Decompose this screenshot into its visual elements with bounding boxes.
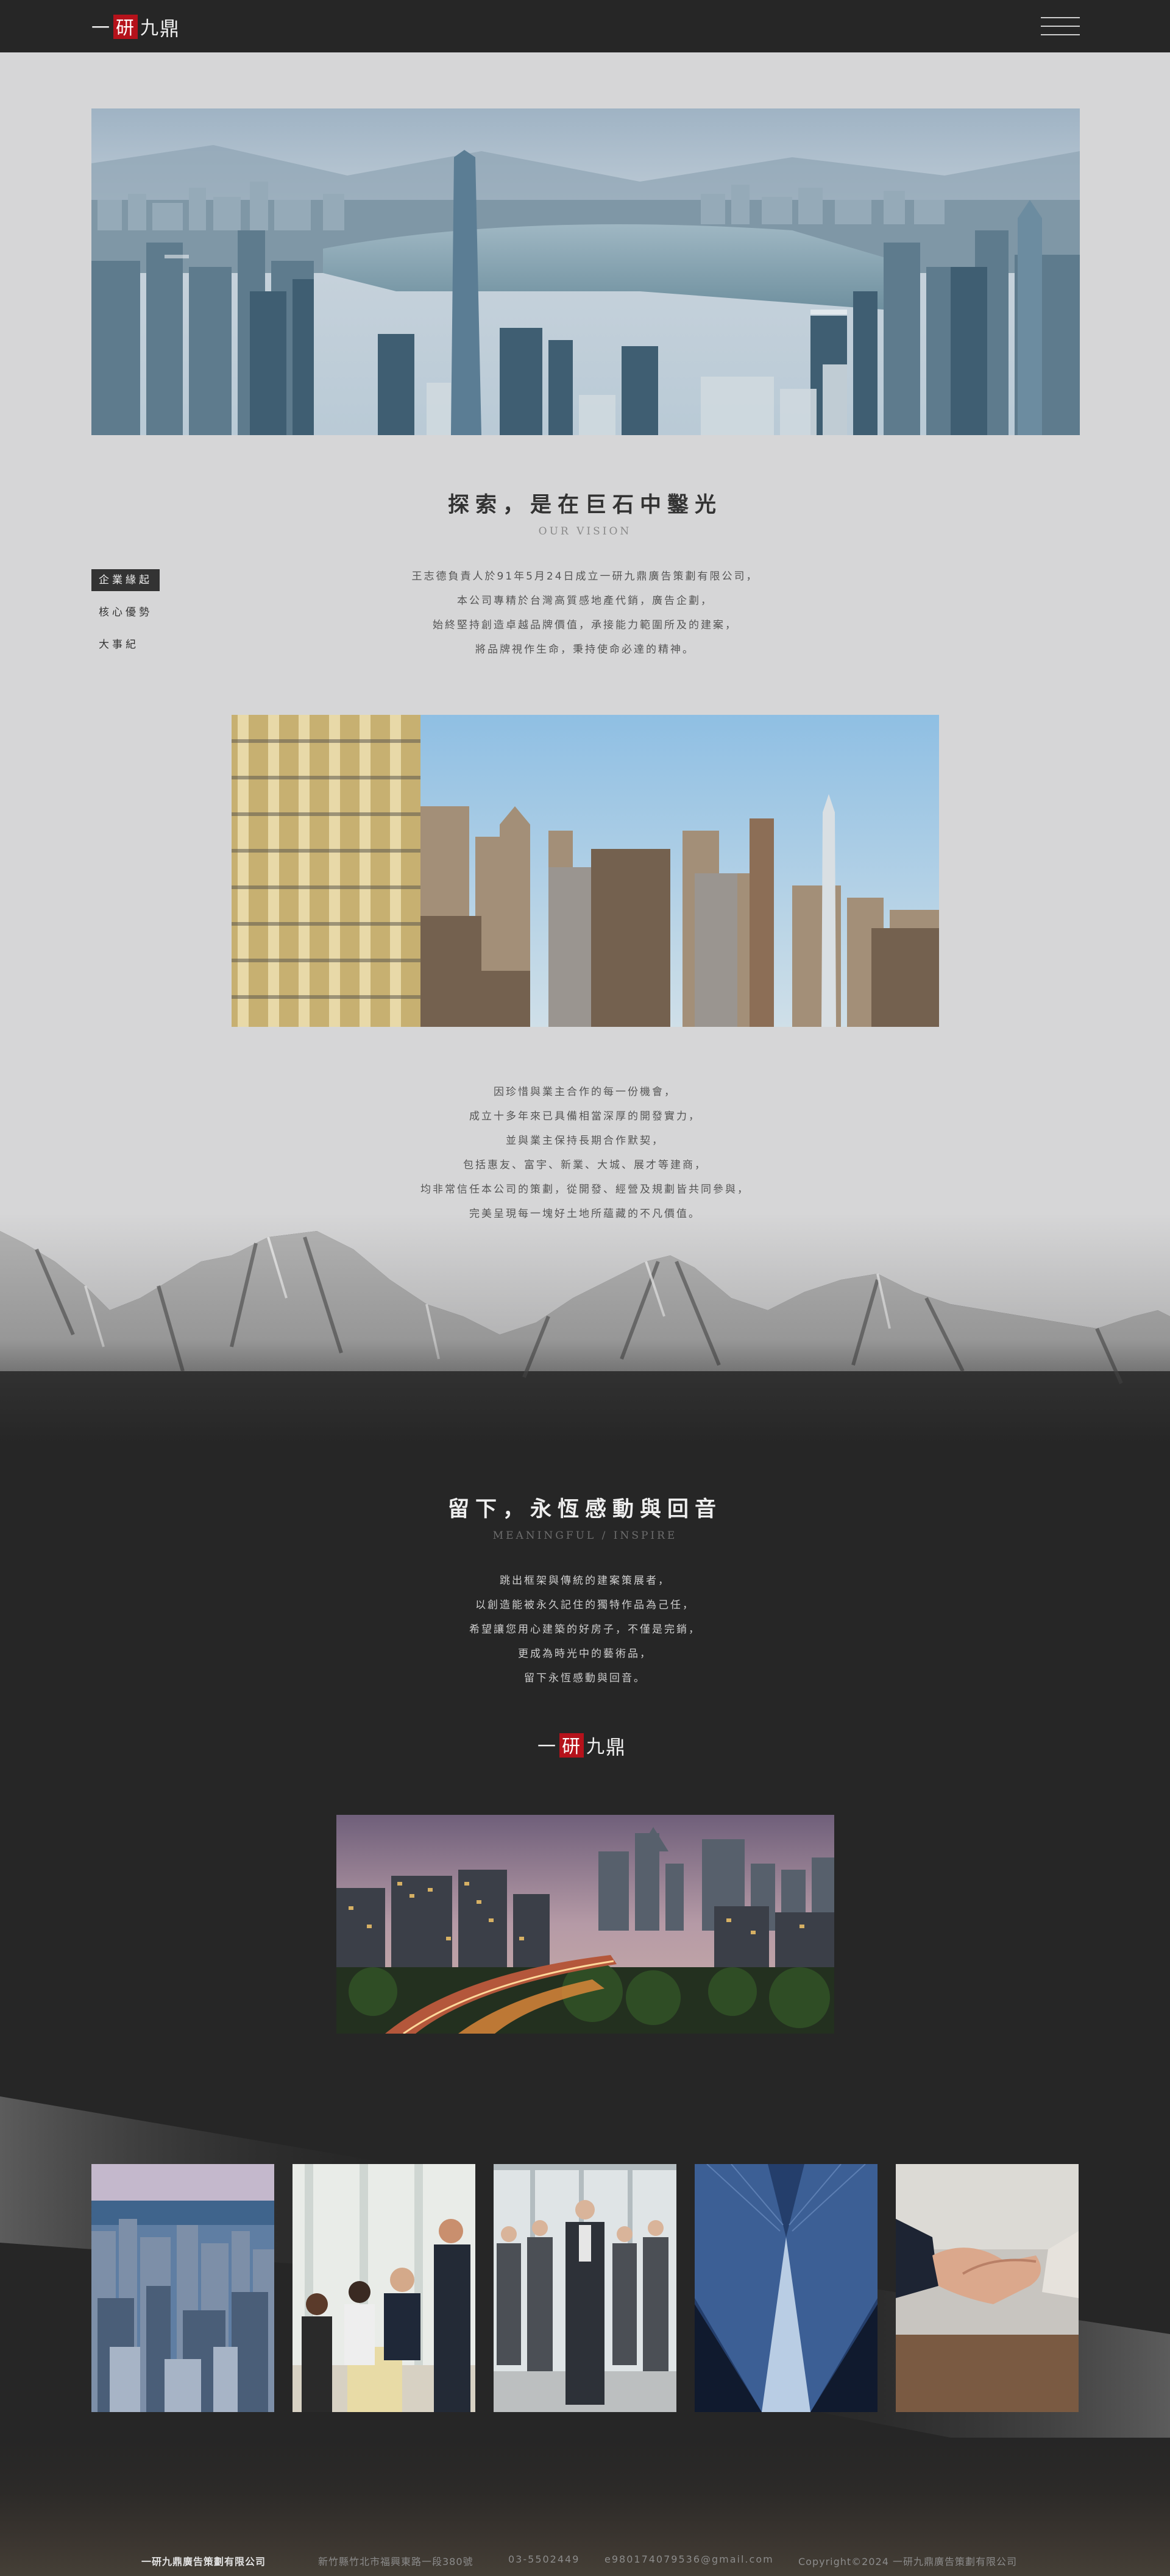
vision-line: 王志德負責人於91年5月24日成立一研九鼎廣告策劃有限公司， <box>411 570 759 583</box>
logo-char-2: 研 <box>116 18 134 39</box>
logo-char-1: 一 <box>91 18 110 39</box>
logo-char-2: 研 <box>562 1736 580 1758</box>
brand-logo[interactable]: 一 研 九 鼎 <box>90 11 188 43</box>
logo-char-3: 九 <box>586 1736 604 1758</box>
brand-logo-center: 一 研 九 鼎 <box>537 1733 625 1759</box>
vision-title: 探索，是在巨石中鑿光 <box>447 492 722 517</box>
story-paragraph: 因珍惜與業主合作的每一份機會， 成立十多年來已具備相當深厚的開發實力， 並與業主… <box>0 1080 1170 1226</box>
footer-phone[interactable]: 03-5502449 <box>508 2553 580 2565</box>
remain-title: 留下，永恆感動與回音 <box>447 1497 722 1522</box>
hamburger-menu-icon[interactable] <box>1041 13 1080 40</box>
remain-line: 以創造能被永久記住的獨特作品為己任， <box>475 1599 695 1611</box>
story-line: 成立十多年來已具備相當深厚的開發實力， <box>469 1110 701 1123</box>
footer-company-name: 一研九鼎廣告策劃有限公司 <box>141 2556 266 2567</box>
logo-char-4: 鼎 <box>606 1736 625 1759</box>
vision-line: 將品牌視作生命，秉持使命必達的精神。 <box>475 644 695 656</box>
logo-char-3: 九 <box>140 18 158 39</box>
remain-paragraph: 跳出框架與傳統的建案策展者， 以創造能被永久記住的獨特作品為己任， 希望讓您用心… <box>0 1569 1170 1691</box>
vision-paragraph: 王志德負責人於91年5月24日成立一研九鼎廣告策劃有限公司， 本公司專精於台灣高… <box>0 564 1170 662</box>
city-night-highway-photo <box>336 1815 834 2034</box>
city-towers-photo <box>232 715 939 1027</box>
remain-line: 更成為時光中的藝術品， <box>518 1648 652 1660</box>
vision-line: 始終堅持創造卓越品牌價值，承接能力範圍所及的建案， <box>433 619 737 631</box>
gallery-photo-tower-up[interactable] <box>695 2164 878 2412</box>
top-navigation-bar: 一 研 九 鼎 <box>0 0 1170 52</box>
footer: 一研九鼎廣告策劃有限公司 新竹縣竹北市福興東路一段380號 03-5502449… <box>0 2547 1170 2572</box>
footer-email[interactable]: e980174079536@gmail.com <box>604 2553 774 2565</box>
story-line: 包括惠友、富宇、新業、大城、展才等建商， <box>463 1159 707 1171</box>
vision-line: 本公司專精於台灣高質感地產代銷，廣告企劃， <box>457 595 713 607</box>
gallery-photo-meeting[interactable] <box>292 2164 475 2412</box>
vision-subtitle: OUR VISION <box>538 525 632 538</box>
remain-line: 留下永恆感動與回音。 <box>524 1672 646 1684</box>
story-line: 並與業主保持長期合作默契， <box>506 1135 664 1147</box>
remain-subtitle: MEANINGFUL / INSPIRE <box>492 1530 678 1542</box>
story-line: 因珍惜與業主合作的每一份機會， <box>494 1086 676 1098</box>
footer-address: 新竹縣竹北市福興東路一段380號 <box>318 2556 473 2567</box>
logo-char-1: 一 <box>537 1736 556 1758</box>
gallery-photo-handshake[interactable] <box>896 2164 1079 2412</box>
hero-city-harbour-photo <box>91 108 1080 435</box>
logo-char-4: 鼎 <box>160 17 179 40</box>
mountain-range-image <box>0 1213 1170 1444</box>
gallery-photo-team[interactable] <box>494 2164 676 2412</box>
remain-line: 希望讓您用心建築的好房子，不僅是完銷， <box>469 1623 701 1636</box>
remain-line: 跳出框架與傳統的建案策展者， <box>500 1575 670 1587</box>
gallery-photo-skyline[interactable] <box>91 2164 274 2412</box>
story-line: 均非常信任本公司的策劃，從開發、經營及規劃皆共同參與， <box>420 1183 750 1196</box>
footer-copyright: Copyright©2024 一研九鼎廣告策劃有限公司 <box>798 2556 1017 2567</box>
